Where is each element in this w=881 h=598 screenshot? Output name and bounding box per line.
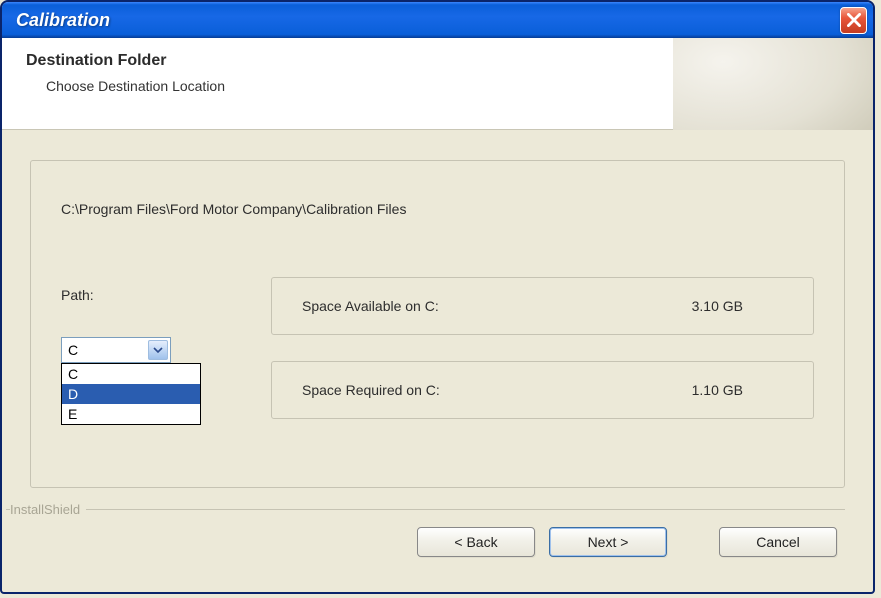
destination-path-text: C:\Program Files\Ford Motor Company\Cali… — [61, 201, 814, 217]
drive-option-e[interactable]: E — [62, 404, 200, 424]
header-graphic — [673, 38, 873, 130]
drive-option-d[interactable]: D — [62, 384, 200, 404]
drive-select-value: C — [68, 342, 78, 358]
back-button[interactable]: < Back — [417, 527, 535, 557]
space-available-box: Space Available on C: 3.10 GB — [271, 277, 814, 335]
destination-row: Path: C C D E — [61, 277, 814, 419]
window-title: Calibration — [16, 10, 840, 31]
titlebar[interactable]: Calibration — [2, 2, 873, 38]
wizard-footer: < Back Next > Cancel — [2, 517, 873, 557]
space-available-label: Space Available on C: — [302, 298, 439, 314]
content-area: C:\Program Files\Ford Motor Company\Cali… — [2, 130, 873, 498]
cancel-button[interactable]: Cancel — [719, 527, 837, 557]
button-spacer — [681, 527, 705, 557]
drive-dropdown[interactable]: C D E — [61, 363, 201, 425]
space-required-value: 1.10 GB — [692, 382, 743, 398]
wizard-header: Destination Folder Choose Destination Lo… — [2, 38, 873, 130]
chevron-down-icon — [148, 340, 168, 360]
installshield-divider: InstallShield — [6, 502, 845, 517]
drive-select-wrap: C C D E — [61, 337, 171, 363]
space-required-box: Space Required on C: 1.10 GB — [271, 361, 814, 419]
drive-option-c[interactable]: C — [62, 364, 200, 384]
path-label: Path: — [61, 287, 231, 303]
next-button[interactable]: Next > — [549, 527, 667, 557]
destination-frame: C:\Program Files\Ford Motor Company\Cali… — [30, 160, 845, 488]
path-column: Path: C C D E — [61, 277, 231, 363]
space-required-label: Space Required on C: — [302, 382, 440, 398]
close-icon — [847, 13, 861, 27]
space-available-value: 3.10 GB — [692, 298, 743, 314]
close-button[interactable] — [840, 7, 867, 34]
installshield-brand: InstallShield — [10, 502, 86, 517]
space-column: Space Available on C: 3.10 GB Space Requ… — [271, 277, 814, 419]
drive-select[interactable]: C — [61, 337, 171, 363]
calibration-window: Calibration Destination Folder Choose De… — [0, 0, 875, 594]
